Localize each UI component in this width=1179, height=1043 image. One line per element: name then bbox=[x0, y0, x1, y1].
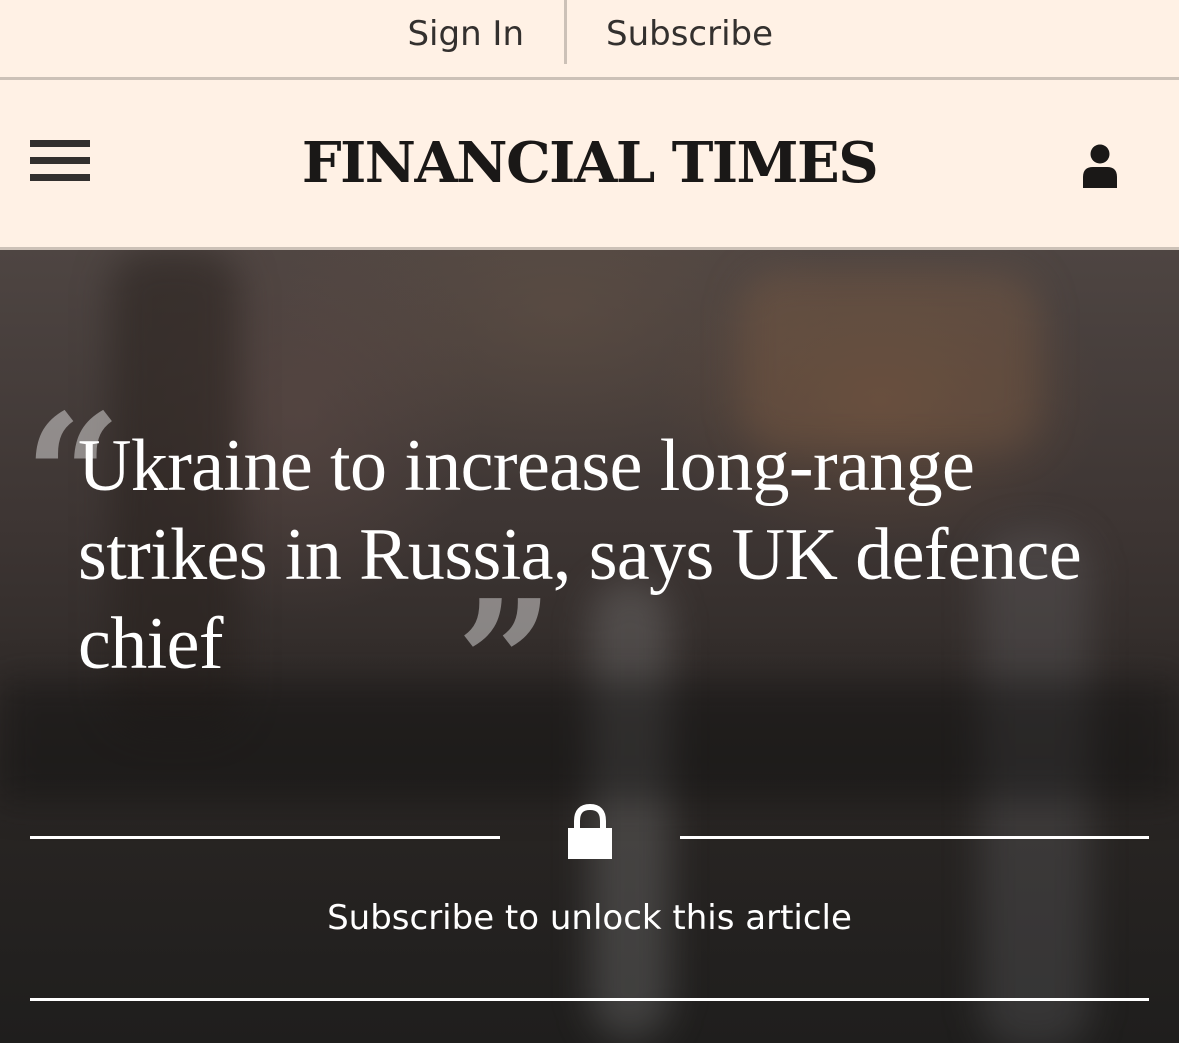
sign-in-link[interactable]: Sign In bbox=[407, 12, 524, 56]
masthead: FINANCIAL TIMES bbox=[0, 80, 1179, 250]
barrier-divider-left bbox=[30, 836, 500, 839]
lock-icon bbox=[566, 802, 614, 860]
account-bar: Sign In Subscribe bbox=[0, 0, 1179, 80]
background-photo-blur bbox=[0, 680, 1179, 800]
article-headline: Ukraine to increase long-range strikes i… bbox=[78, 425, 1082, 685]
subscribe-link[interactable]: Subscribe bbox=[606, 12, 773, 56]
subscribe-to-unlock-message[interactable]: Subscribe to unlock this article bbox=[0, 896, 1179, 940]
account-divider bbox=[564, 0, 567, 64]
lock-icon-graphic bbox=[568, 803, 612, 859]
brand-logo[interactable]: FINANCIAL TIMES bbox=[0, 128, 1179, 198]
barrier-divider-right bbox=[680, 836, 1149, 839]
user-icon-graphic bbox=[1083, 144, 1117, 188]
user-icon[interactable] bbox=[1080, 144, 1120, 190]
close-quote-mark: ” bbox=[456, 563, 554, 763]
barrier-divider-bottom bbox=[30, 998, 1149, 1001]
article-hero: “ Ukraine to increase long-range strikes… bbox=[0, 250, 1179, 1043]
